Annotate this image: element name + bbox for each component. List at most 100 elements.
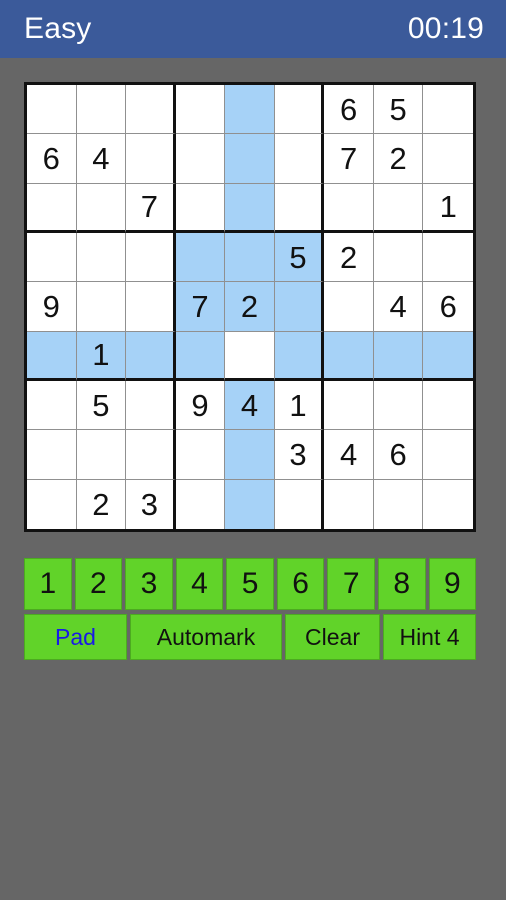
sudoku-cell-r3c6[interactable] [274, 183, 325, 233]
hint-button[interactable]: Hint 4 [383, 614, 476, 660]
sudoku-cell-r3c8[interactable] [373, 183, 424, 233]
sudoku-cell-r7c6[interactable]: 1 [274, 380, 325, 431]
sudoku-cell-r5c6[interactable] [274, 282, 325, 332]
sudoku-cell-r1c7[interactable]: 6 [324, 85, 374, 135]
sudoku-cell-r9c3[interactable]: 3 [126, 479, 176, 529]
sudoku-cell-r6c6[interactable] [274, 331, 325, 381]
sudoku-grid[interactable]: 6564727152972461594134623 [27, 85, 473, 529]
sudoku-cell-r4c6[interactable]: 5 [274, 232, 325, 283]
numpad-key-2[interactable]: 2 [74, 558, 123, 610]
sudoku-cell-r5c5[interactable]: 2 [225, 282, 275, 332]
sudoku-cell-r6c8[interactable] [373, 331, 424, 381]
sudoku-cell-r2c2[interactable]: 4 [76, 134, 127, 184]
sudoku-cell-r2c7[interactable]: 7 [324, 134, 374, 184]
cell-value: 7 [339, 140, 358, 176]
sudoku-board[interactable]: 6564727152972461594134623 [24, 82, 476, 532]
sudoku-cell-r1c5[interactable] [225, 85, 275, 135]
sudoku-cell-r1c2[interactable] [76, 85, 127, 135]
sudoku-cell-r5c8[interactable]: 4 [373, 282, 424, 332]
sudoku-cell-r5c9[interactable]: 6 [423, 282, 473, 332]
sudoku-cell-r7c9[interactable] [423, 380, 473, 431]
sudoku-cell-r4c9[interactable] [423, 232, 473, 283]
sudoku-cell-r4c3[interactable] [126, 232, 176, 283]
number-pad[interactable]: 123456789 [24, 558, 477, 610]
sudoku-cell-r2c5[interactable] [225, 134, 275, 184]
sudoku-cell-r3c7[interactable] [324, 183, 374, 233]
sudoku-cell-r9c2[interactable]: 2 [76, 479, 127, 529]
sudoku-cell-r1c9[interactable] [423, 85, 473, 135]
sudoku-cell-r4c1[interactable] [27, 232, 77, 283]
sudoku-cell-r4c4[interactable] [175, 232, 226, 283]
sudoku-cell-r7c4[interactable]: 9 [175, 380, 226, 431]
sudoku-cell-r6c2[interactable]: 1 [76, 331, 127, 381]
numpad-key-9[interactable]: 9 [428, 558, 477, 610]
sudoku-cell-r4c8[interactable] [373, 232, 424, 283]
sudoku-cell-r7c3[interactable] [126, 380, 176, 431]
sudoku-cell-r3c2[interactable] [76, 183, 127, 233]
sudoku-cell-r8c8[interactable]: 6 [373, 430, 424, 480]
numpad-key-8[interactable]: 8 [377, 558, 426, 610]
sudoku-cell-r3c3[interactable]: 7 [126, 183, 176, 233]
numpad-key-4[interactable]: 4 [175, 558, 224, 610]
automark-button[interactable]: Automark [130, 614, 282, 660]
sudoku-cell-r4c7[interactable]: 2 [324, 232, 374, 283]
sudoku-cell-r8c1[interactable] [27, 430, 77, 480]
sudoku-cell-r9c8[interactable] [373, 479, 424, 529]
sudoku-cell-r8c3[interactable] [126, 430, 176, 480]
sudoku-cell-r8c4[interactable] [175, 430, 226, 480]
sudoku-cell-r6c9[interactable] [423, 331, 473, 381]
sudoku-cell-r5c7[interactable] [324, 282, 374, 332]
sudoku-cell-r3c1[interactable] [27, 183, 77, 233]
sudoku-cell-r9c1[interactable] [27, 479, 77, 529]
sudoku-cell-r4c2[interactable] [76, 232, 127, 283]
sudoku-cell-r5c3[interactable] [126, 282, 176, 332]
sudoku-cell-r6c5[interactable] [225, 331, 275, 381]
sudoku-cell-r8c5[interactable] [225, 430, 275, 480]
sudoku-cell-r7c2[interactable]: 5 [76, 380, 127, 431]
sudoku-cell-r2c1[interactable]: 6 [27, 134, 77, 184]
sudoku-cell-r6c7[interactable] [324, 331, 374, 381]
sudoku-cell-r5c2[interactable] [76, 282, 127, 332]
sudoku-cell-r8c9[interactable] [423, 430, 473, 480]
sudoku-cell-r1c4[interactable] [175, 85, 226, 135]
sudoku-cell-r6c4[interactable] [175, 331, 226, 381]
sudoku-cell-r1c1[interactable] [27, 85, 77, 135]
sudoku-cell-r9c7[interactable] [324, 479, 374, 529]
sudoku-cell-r8c2[interactable] [76, 430, 127, 480]
sudoku-cell-r4c5[interactable] [225, 232, 275, 283]
sudoku-cell-r2c8[interactable]: 2 [373, 134, 424, 184]
control-bar[interactable]: Pad Automark Clear Hint 4 [24, 614, 476, 660]
sudoku-cell-r2c3[interactable] [126, 134, 176, 184]
sudoku-cell-r6c1[interactable] [27, 331, 77, 381]
sudoku-cell-r2c6[interactable] [274, 134, 325, 184]
sudoku-cell-r2c4[interactable] [175, 134, 226, 184]
sudoku-cell-r5c1[interactable]: 9 [27, 282, 77, 332]
numpad-key-3[interactable]: 3 [125, 558, 173, 610]
sudoku-cell-r7c8[interactable] [373, 380, 424, 431]
clear-button[interactable]: Clear [285, 614, 380, 660]
sudoku-cell-r9c5[interactable] [225, 479, 275, 529]
sudoku-cell-r7c7[interactable] [324, 380, 374, 431]
sudoku-cell-r7c1[interactable] [27, 380, 77, 431]
numpad-key-1[interactable]: 1 [24, 558, 72, 610]
sudoku-cell-r9c6[interactable] [274, 479, 325, 529]
sudoku-cell-r3c5[interactable] [225, 183, 275, 233]
sudoku-cell-r1c6[interactable] [274, 85, 325, 135]
sudoku-cell-r3c9[interactable]: 1 [423, 183, 473, 233]
sudoku-cell-r6c3[interactable] [126, 331, 176, 381]
numpad-key-7[interactable]: 7 [327, 558, 375, 610]
sudoku-cell-r1c8[interactable]: 5 [373, 85, 424, 135]
sudoku-cell-r8c6[interactable]: 3 [274, 430, 325, 480]
sudoku-cell-r8c7[interactable]: 4 [324, 430, 374, 480]
sudoku-cell-r5c4[interactable]: 7 [175, 282, 226, 332]
cell-value: 4 [240, 387, 259, 423]
sudoku-cell-r3c4[interactable] [175, 183, 226, 233]
numpad-key-6[interactable]: 6 [276, 558, 325, 610]
sudoku-cell-r2c9[interactable] [423, 134, 473, 184]
sudoku-cell-r7c5[interactable]: 4 [225, 380, 275, 431]
sudoku-cell-r9c4[interactable] [175, 479, 226, 529]
sudoku-cell-r1c3[interactable] [126, 85, 176, 135]
pad-button[interactable]: Pad [24, 614, 127, 660]
numpad-key-5[interactable]: 5 [226, 558, 274, 610]
sudoku-cell-r9c9[interactable] [423, 479, 473, 529]
